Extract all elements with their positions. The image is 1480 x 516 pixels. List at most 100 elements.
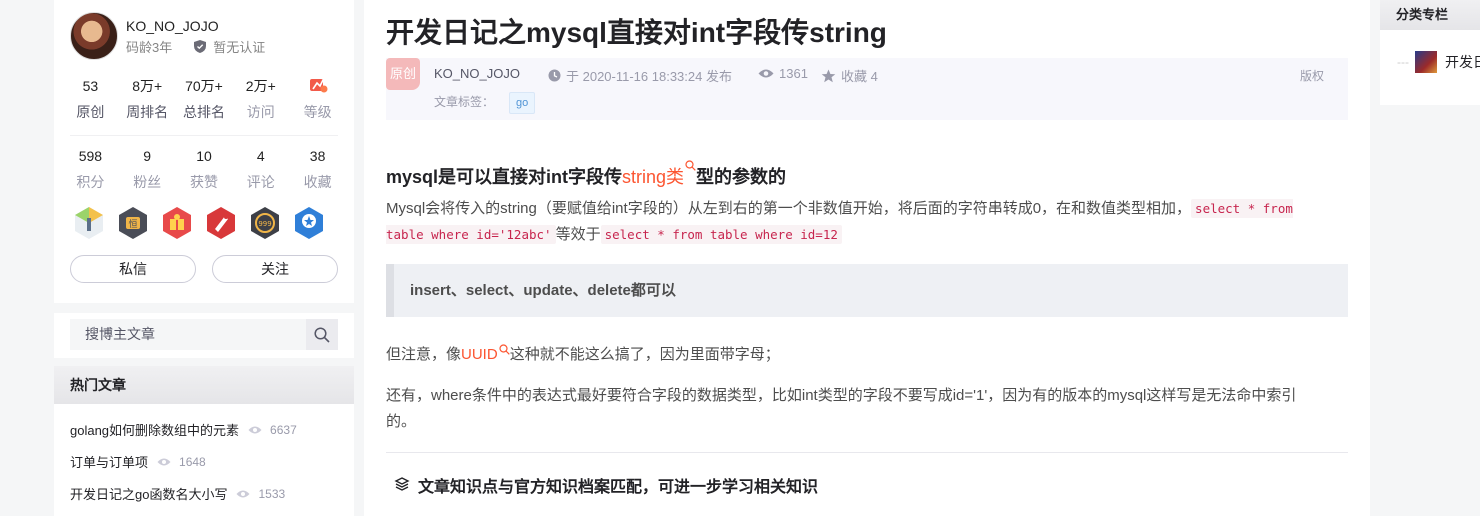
svg-text:恒: 恒 xyxy=(128,218,137,230)
pen-badge-icon[interactable] xyxy=(204,206,238,240)
pencil-badge-icon[interactable] xyxy=(72,206,106,240)
publish-time-text: 于 2020-11-16 18:33:24 发布 xyxy=(566,69,732,84)
stat-visits: 2万+ 访问 xyxy=(232,76,289,122)
clock-icon xyxy=(548,69,561,82)
stat-value: 10 xyxy=(196,148,212,164)
paragraph-text: 这种就不能这么搞了，因为里面带字母； xyxy=(509,346,780,363)
message-button[interactable]: 私信 xyxy=(70,255,196,283)
svg-text:999: 999 xyxy=(258,220,271,228)
category-title: 分类专栏 xyxy=(1380,0,1480,30)
stat-weekly-rank[interactable]: 8万+ 周排名 xyxy=(119,76,176,122)
stat-original[interactable]: 53 原创 xyxy=(62,76,119,122)
hot-article-title[interactable]: 订单与订单项 xyxy=(70,452,148,471)
stat-label: 评论 xyxy=(246,174,275,190)
shield-icon xyxy=(194,40,207,53)
paragraph-text: 等效于 xyxy=(555,226,601,243)
medal-badge-icon[interactable]: 恒 xyxy=(116,206,150,240)
avatar[interactable] xyxy=(70,12,118,60)
tree-dash: --- xyxy=(1397,55,1409,69)
category-column: 分类专栏 --- 开发日 xyxy=(1380,0,1480,105)
stat-label: 积分 xyxy=(76,174,105,190)
content-divider xyxy=(386,452,1348,453)
profile-meta: 码龄3年 暂无认证 xyxy=(126,37,265,56)
gift-badge-icon[interactable] xyxy=(160,206,194,240)
time-badge-icon[interactable]: 999 xyxy=(248,206,282,240)
eye-icon xyxy=(758,69,774,78)
stat-label: 等级 xyxy=(303,104,332,120)
stat-comments: 4 评论 xyxy=(232,146,289,192)
copyright-link[interactable]: 版权 xyxy=(1300,67,1324,84)
hot-article-item[interactable]: 开发日记之go函数名大小写 1533 xyxy=(70,484,285,503)
article-heading: mysql是可以直接对int字段传string类 型的参数的 xyxy=(386,160,787,189)
stats-row-2: 598 积分 9 粉丝 10 获赞 4 评论 38 收藏 xyxy=(62,146,346,192)
achievement-badges: 恒 999 xyxy=(72,206,326,240)
profile-years: 码龄3年 xyxy=(126,40,173,55)
article-paragraph-1: Mysql会将传入的string（要赋值给int字段的）从左到右的第一个非数值开… xyxy=(386,196,1326,248)
stat-value: 4 xyxy=(256,148,265,164)
stat-value: 9 xyxy=(143,148,152,164)
stat-value: 70万+ xyxy=(185,78,223,94)
profile-divider xyxy=(70,135,338,136)
profile-card: KO_NO_JOJO 码龄3年 暂无认证 53 原创 8万+ 周排名 70万+ … xyxy=(54,0,354,303)
search-button[interactable] xyxy=(306,319,338,350)
article-main: 开发日记之mysql直接对int字段传string 原创 KO_NO_JOJO … xyxy=(364,0,1370,516)
search-icon xyxy=(314,326,330,343)
heading-text: mysql是可以直接对int字段传 xyxy=(386,167,623,187)
knowledge-icon xyxy=(394,477,410,491)
article-quote: insert、select、update、delete都可以 xyxy=(386,264,1348,317)
tags-label: 文章标签： xyxy=(434,95,495,109)
stat-value: 598 xyxy=(78,148,103,164)
hot-article-title[interactable]: golang如何删除数组中的元素 xyxy=(70,420,239,439)
hot-article-views: 6637 xyxy=(270,422,297,437)
article-tag[interactable]: go xyxy=(509,92,536,114)
article-title: 开发日记之mysql直接对int字段传string xyxy=(386,17,887,48)
favorite-count[interactable]: 收藏 4 xyxy=(821,66,878,85)
follow-button[interactable]: 关注 xyxy=(212,255,338,283)
heading-link-text: string类 xyxy=(622,167,685,187)
heading-link[interactable]: string类 xyxy=(622,160,696,187)
knowledge-banner: 文章知识点与官方知识档案匹配，可进一步学习相关知识 xyxy=(394,473,818,497)
stat-label: 周排名 xyxy=(126,104,169,120)
hot-article-views: 1533 xyxy=(258,486,286,501)
search-icon xyxy=(685,160,696,171)
stat-fans[interactable]: 9 粉丝 xyxy=(119,146,176,192)
view-count: 1361 xyxy=(758,66,808,81)
category-thumbnail xyxy=(1415,51,1437,73)
level-icon xyxy=(289,76,346,96)
profile-username[interactable]: KO_NO_JOJO xyxy=(126,18,219,34)
category-item[interactable]: --- 开发日 xyxy=(1380,51,1480,73)
stat-label: 访问 xyxy=(246,104,275,120)
hot-article-item[interactable]: golang如何删除数组中的元素 6637 xyxy=(70,420,297,439)
category-item-label[interactable]: 开发日 xyxy=(1445,52,1480,72)
stats-row-1: 53 原创 8万+ 周排名 70万+ 总排名 2万+ 访问 等级 xyxy=(62,76,346,122)
stat-likes: 10 获赞 xyxy=(176,146,233,192)
heading-text: 型的参数的 xyxy=(696,167,787,187)
hot-article-item[interactable]: 订单与订单项 1648 xyxy=(70,452,206,471)
original-badge: 原创 xyxy=(386,58,420,90)
article-paragraph-2: 但注意，像UUID 这种就不能这么搞了，因为里面带字母； xyxy=(386,342,1326,368)
uuid-link[interactable]: UUID xyxy=(461,344,510,363)
search-input[interactable]: 搜博主文章 xyxy=(70,319,306,350)
hot-articles: 热门文章 golang如何删除数组中的元素 6637 订单与订单项 1648 开… xyxy=(54,366,354,516)
stat-total-rank[interactable]: 70万+ 总排名 xyxy=(176,76,233,122)
uuid-link-text: UUID xyxy=(461,346,498,363)
article-author[interactable]: KO_NO_JOJO xyxy=(434,66,520,81)
profile-cert: 暂无认证 xyxy=(213,40,266,55)
hot-article-title[interactable]: 开发日记之go函数名大小写 xyxy=(70,484,227,503)
stat-points: 598 积分 xyxy=(62,146,119,192)
paragraph-text: 但注意，像 xyxy=(386,346,462,363)
publish-time: 于 2020-11-16 18:33:24 发布 xyxy=(548,66,732,85)
stat-label: 粉丝 xyxy=(133,174,162,190)
stat-favorites: 38 收藏 xyxy=(289,146,346,192)
stat-value: 2万+ xyxy=(245,78,276,94)
knowledge-text: 文章知识点与官方知识档案匹配，可进一步学习相关知识 xyxy=(418,479,819,496)
stat-label: 收藏 xyxy=(303,174,332,190)
inline-code: select * from table where id=12 xyxy=(600,225,842,244)
article-paragraph-3: 还有，where条件中的表达式最好要符合字段的数据类型，比如int类型的字段不要… xyxy=(386,387,1297,430)
star-icon xyxy=(821,69,836,82)
eye-icon xyxy=(248,426,262,433)
stat-level[interactable]: 等级 xyxy=(289,76,346,122)
stat-label: 总排名 xyxy=(182,104,225,120)
star-badge-icon[interactable] xyxy=(292,206,326,240)
stat-value: 8万+ xyxy=(132,78,163,94)
